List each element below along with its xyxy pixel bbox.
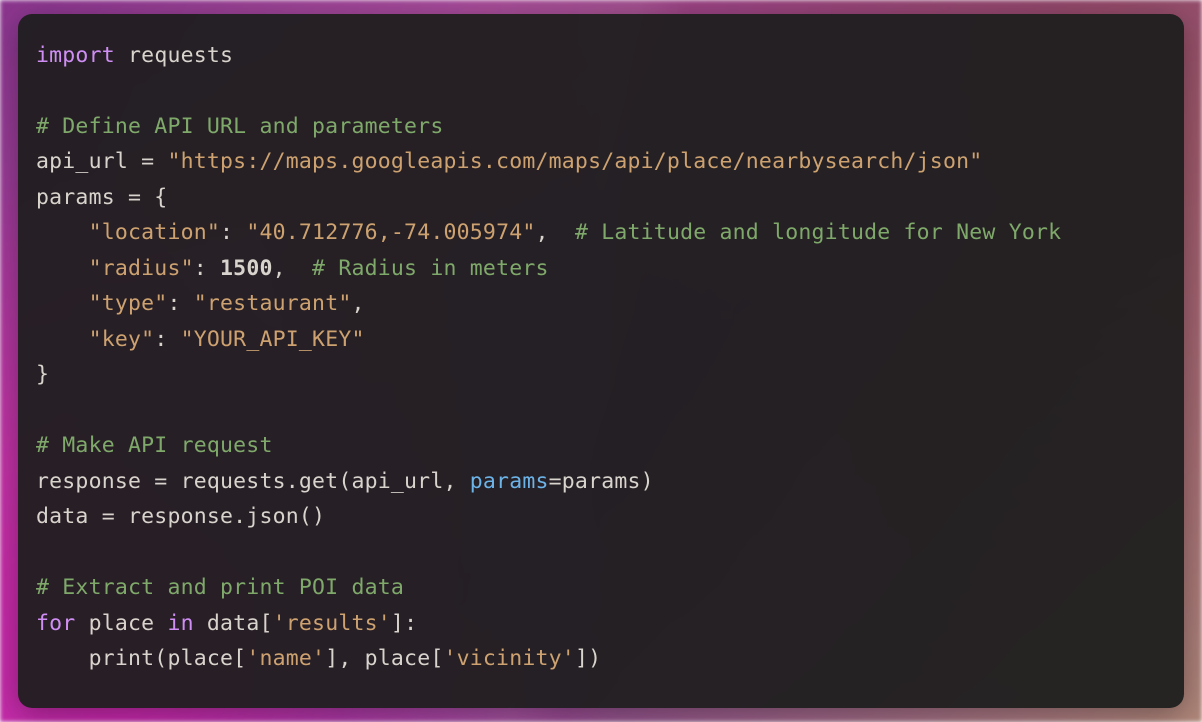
indent — [36, 646, 89, 671]
print-call-b: ], place[ — [325, 646, 443, 671]
indent — [36, 291, 89, 316]
comma: , — [536, 220, 575, 245]
indent — [36, 327, 89, 352]
string-results: 'results' — [273, 611, 391, 636]
comment-extract: # Extract and print POI data — [36, 575, 404, 600]
comment-radius: # Radius in meters — [312, 256, 549, 281]
indent — [36, 256, 89, 281]
dict-key-location: "location" — [89, 220, 220, 245]
keyword-import: import — [36, 43, 115, 68]
colon: : — [220, 220, 246, 245]
string-api-url: "https://maps.googleapis.com/maps/api/pl… — [167, 149, 982, 174]
colon: : — [194, 256, 220, 281]
comma: , — [351, 291, 364, 316]
print-call-a: print(place[ — [89, 646, 247, 671]
response-assign-tail: =params) — [549, 469, 654, 494]
dict-close: } — [36, 362, 49, 387]
dict-key-radius: "radius" — [89, 256, 194, 281]
loop-iter-b: ]: — [391, 611, 417, 636]
dict-key-type: "type" — [89, 291, 168, 316]
dict-val-location: "40.712776,-74.005974" — [246, 220, 535, 245]
dict-val-type: "restaurant" — [194, 291, 352, 316]
kwarg-params: params — [470, 469, 549, 494]
comma: , — [273, 256, 312, 281]
var-api-url: api_url — [36, 149, 128, 174]
var-params: params — [36, 185, 115, 210]
loop-iter-a: data[ — [194, 611, 273, 636]
comment-latlon: # Latitude and longitude for New York — [575, 220, 1061, 245]
dict-key-key: "key" — [89, 327, 155, 352]
dict-val-radius: 1500 — [220, 256, 273, 281]
keyword-in: in — [167, 611, 193, 636]
keyword-for: for — [36, 611, 75, 636]
response-assign: response = requests.get(api_url, — [36, 469, 470, 494]
print-call-c: ]) — [575, 646, 601, 671]
loop-var: place — [75, 611, 167, 636]
colon: : — [154, 327, 180, 352]
module-name: requests — [128, 43, 233, 68]
assign-op: = — [128, 149, 167, 174]
indent — [36, 220, 89, 245]
string-name: 'name' — [246, 646, 325, 671]
dict-open: = { — [115, 185, 168, 210]
comment-make-request: # Make API request — [36, 433, 273, 458]
dict-val-key: "YOUR_API_KEY" — [181, 327, 365, 352]
code-block-card: import requests # Define API URL and par… — [18, 14, 1184, 708]
python-code-snippet: import requests # Define API URL and par… — [36, 38, 1166, 676]
colon: : — [167, 291, 193, 316]
string-vicinity: 'vicinity' — [443, 646, 574, 671]
comment-define: # Define API URL and parameters — [36, 114, 443, 139]
data-assign: data = response.json() — [36, 504, 325, 529]
